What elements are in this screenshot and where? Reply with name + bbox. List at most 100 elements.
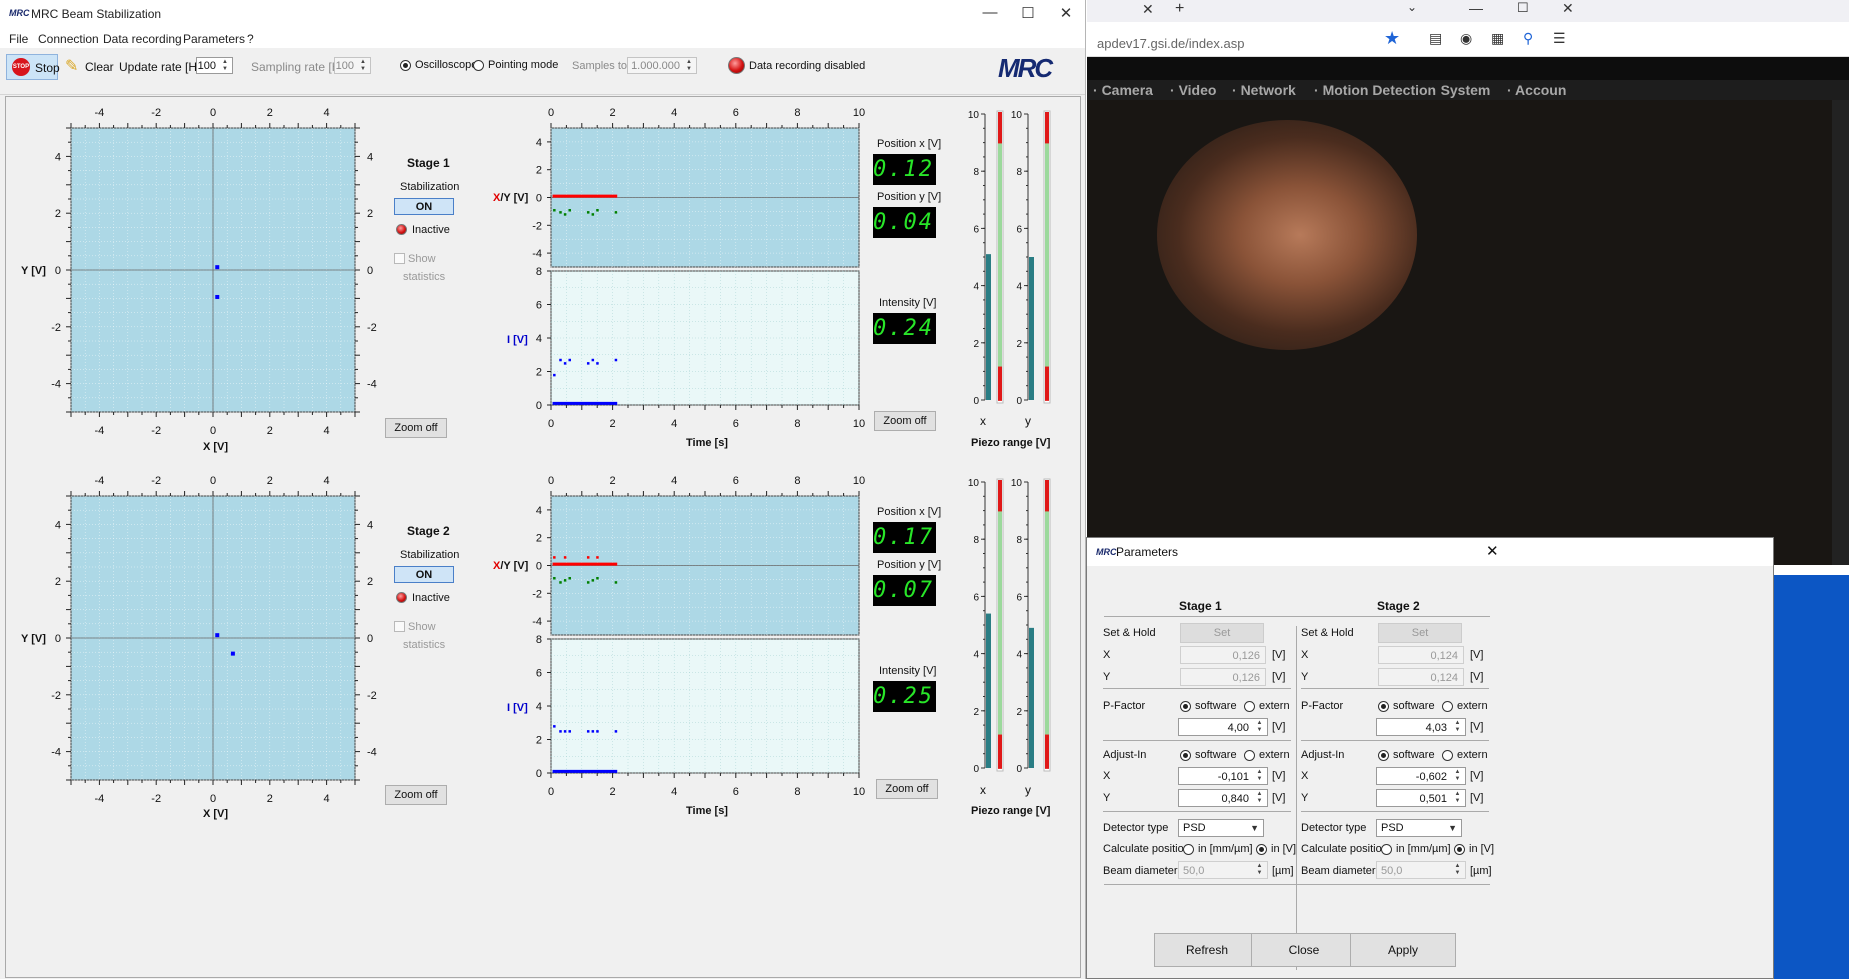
detector-type-select[interactable]: PSD ▼: [1376, 819, 1462, 837]
nav-camera[interactable]: · Camera: [1093, 82, 1153, 98]
adjust-y-spinbox[interactable]: 0,840 ▲ ▼: [1178, 789, 1268, 807]
intensity-point: [614, 358, 618, 362]
search-icon[interactable]: ⚲: [1523, 30, 1533, 47]
show-statistics-checkbox[interactable]: [394, 253, 405, 264]
extern-radio[interactable]: [1442, 701, 1453, 712]
tab-close-icon[interactable]: ✕: [1142, 1, 1154, 18]
sampling-rate-spinbox[interactable]: 100 ▲ ▼: [334, 57, 371, 74]
nav-system[interactable]: · System: [1432, 82, 1490, 98]
nav-network[interactable]: · Network: [1232, 82, 1296, 98]
stage-title: Stage 1: [1179, 599, 1222, 613]
position-x-display: 0.12: [873, 154, 936, 185]
minimize-icon[interactable]: —: [975, 4, 1005, 24]
calc-v-radio[interactable]: [1256, 844, 1267, 855]
software-radio[interactable]: [1180, 701, 1191, 712]
update-rate-spinbox[interactable]: 100 ▲ ▼: [196, 57, 233, 74]
spin-arrows-icon[interactable]: ▲ ▼: [1451, 720, 1464, 735]
software-radio[interactable]: [1378, 701, 1389, 712]
set-button[interactable]: Set: [1378, 623, 1462, 643]
extensions-icon[interactable]: ▦: [1491, 30, 1504, 47]
extern-radio[interactable]: [1244, 701, 1255, 712]
zoom-off-button[interactable]: Zoom off: [385, 418, 447, 438]
p-factor-spinbox[interactable]: 4,03 ▲ ▼: [1376, 718, 1466, 736]
p-factor-spinbox[interactable]: 4,00 ▲ ▼: [1178, 718, 1268, 736]
menu-data-recording[interactable]: Data recording: [103, 32, 182, 46]
spin-arrows-icon[interactable]: ▲ ▼: [219, 59, 231, 73]
adjust-x-spinbox[interactable]: -0,101 ▲ ▼: [1178, 767, 1268, 785]
pocket-icon[interactable]: ▤: [1429, 30, 1442, 47]
minimize-icon[interactable]: —: [1469, 0, 1483, 16]
beam-diameter-spinbox[interactable]: 50,0 ▲ ▼: [1178, 861, 1268, 879]
menu-parameters[interactable]: Parameters: [183, 32, 245, 46]
y-tick-label: -2: [367, 322, 377, 334]
spin-arrows-icon[interactable]: ▲ ▼: [1253, 769, 1266, 784]
time-zoom-off-button[interactable]: Zoom off: [874, 411, 936, 431]
set-button[interactable]: Set: [1180, 623, 1264, 643]
show-statistics-checkbox[interactable]: [394, 621, 405, 632]
refresh-button[interactable]: Refresh: [1154, 933, 1260, 967]
detector-type-select[interactable]: PSD ▼: [1178, 819, 1264, 837]
spin-arrows-icon[interactable]: ▲ ▼: [1253, 863, 1266, 878]
hold-y-field[interactable]: 0,124: [1378, 668, 1464, 686]
beam-diameter-spinbox[interactable]: 50,0 ▲ ▼: [1376, 861, 1466, 879]
stabilization-toggle[interactable]: ON: [394, 198, 454, 215]
close-icon[interactable]: ✕: [1051, 4, 1081, 24]
sampling-rate-value: 100: [335, 60, 354, 72]
url-field[interactable]: apdev17.gsi.de/index.asp: [1097, 36, 1244, 51]
piezo-x-limit-top: [998, 480, 1002, 512]
zoom-off-button[interactable]: Zoom off: [385, 785, 447, 805]
spin-arrows-icon[interactable]: ▲ ▼: [1253, 791, 1266, 806]
calc-mm-radio[interactable]: [1183, 844, 1194, 855]
maximize-icon[interactable]: ☐: [1013, 4, 1043, 24]
maximize-icon[interactable]: ☐: [1517, 0, 1529, 16]
close-icon[interactable]: ✕: [1562, 0, 1574, 17]
piezo-tick-label: 4: [973, 650, 979, 661]
title-bar: MRC MRC Beam Stabilization — ☐ ✕: [0, 0, 1085, 27]
spin-arrows-icon[interactable]: ▲ ▼: [1451, 863, 1464, 878]
close-icon[interactable]: ✕: [1486, 542, 1499, 560]
menu-file[interactable]: File: [9, 32, 28, 46]
hold-x-field[interactable]: 0,126: [1180, 646, 1266, 664]
calc-mm-radio[interactable]: [1381, 844, 1392, 855]
spin-arrows-icon[interactable]: ▲ ▼: [357, 59, 369, 73]
samples-spinbox[interactable]: 1.000.000 ▲ ▼: [627, 57, 697, 74]
new-tab-icon[interactable]: +: [1175, 0, 1184, 18]
tab-list-icon[interactable]: ⌄: [1407, 0, 1417, 14]
menu-icon[interactable]: ☰: [1553, 30, 1566, 47]
y-tick-label: 4: [55, 151, 61, 163]
stop-button[interactable]: STOP Stop: [6, 54, 60, 80]
nav-video[interactable]: · Video: [1170, 82, 1216, 98]
close-button[interactable]: Close: [1251, 933, 1357, 967]
pointing-mode-radio[interactable]: [473, 60, 484, 71]
y-tick-label: 2: [536, 735, 542, 747]
adjust-software-radio[interactable]: [1378, 750, 1389, 761]
account-icon[interactable]: ◉: [1460, 30, 1472, 47]
update-rate-value: 100: [197, 60, 216, 72]
time-zoom-off-button[interactable]: Zoom off: [876, 779, 938, 799]
clear-button[interactable]: ✎ Clear: [62, 54, 114, 80]
camera-image: [1087, 100, 1849, 565]
adjust-y-spinbox[interactable]: 0,501 ▲ ▼: [1376, 789, 1466, 807]
oscilloscope-radio[interactable]: [400, 60, 411, 71]
adjust-extern-radio[interactable]: [1442, 750, 1453, 761]
hold-y-field[interactable]: 0,126: [1180, 668, 1266, 686]
bookmark-star-icon[interactable]: ★: [1384, 28, 1400, 49]
adjust-software-radio[interactable]: [1180, 750, 1191, 761]
spin-arrows-icon[interactable]: ▲ ▼: [1253, 720, 1266, 735]
spin-arrows-icon[interactable]: ▲ ▼: [1451, 769, 1464, 784]
spin-arrows-icon[interactable]: ▲ ▼: [683, 59, 695, 73]
adjust-extern-radio[interactable]: [1244, 750, 1255, 761]
calc-v-radio[interactable]: [1454, 844, 1465, 855]
hold-x-field[interactable]: 0,124: [1378, 646, 1464, 664]
nav-motion-detection[interactable]: · Motion Detection: [1314, 82, 1436, 98]
status-label: Inactive: [412, 224, 450, 236]
stabilization-toggle[interactable]: ON: [394, 566, 454, 583]
intensity-point: [614, 730, 618, 733]
nav-account[interactable]: · Accoun: [1507, 82, 1566, 98]
menu-connection[interactable]: Connection: [38, 32, 99, 46]
adjust-x-spinbox[interactable]: -0,602 ▲ ▼: [1376, 767, 1466, 785]
separator: [1301, 740, 1489, 741]
spin-arrows-icon[interactable]: ▲ ▼: [1451, 791, 1464, 806]
apply-button[interactable]: Apply: [1350, 933, 1456, 967]
menu-help[interactable]: ?: [247, 32, 254, 46]
